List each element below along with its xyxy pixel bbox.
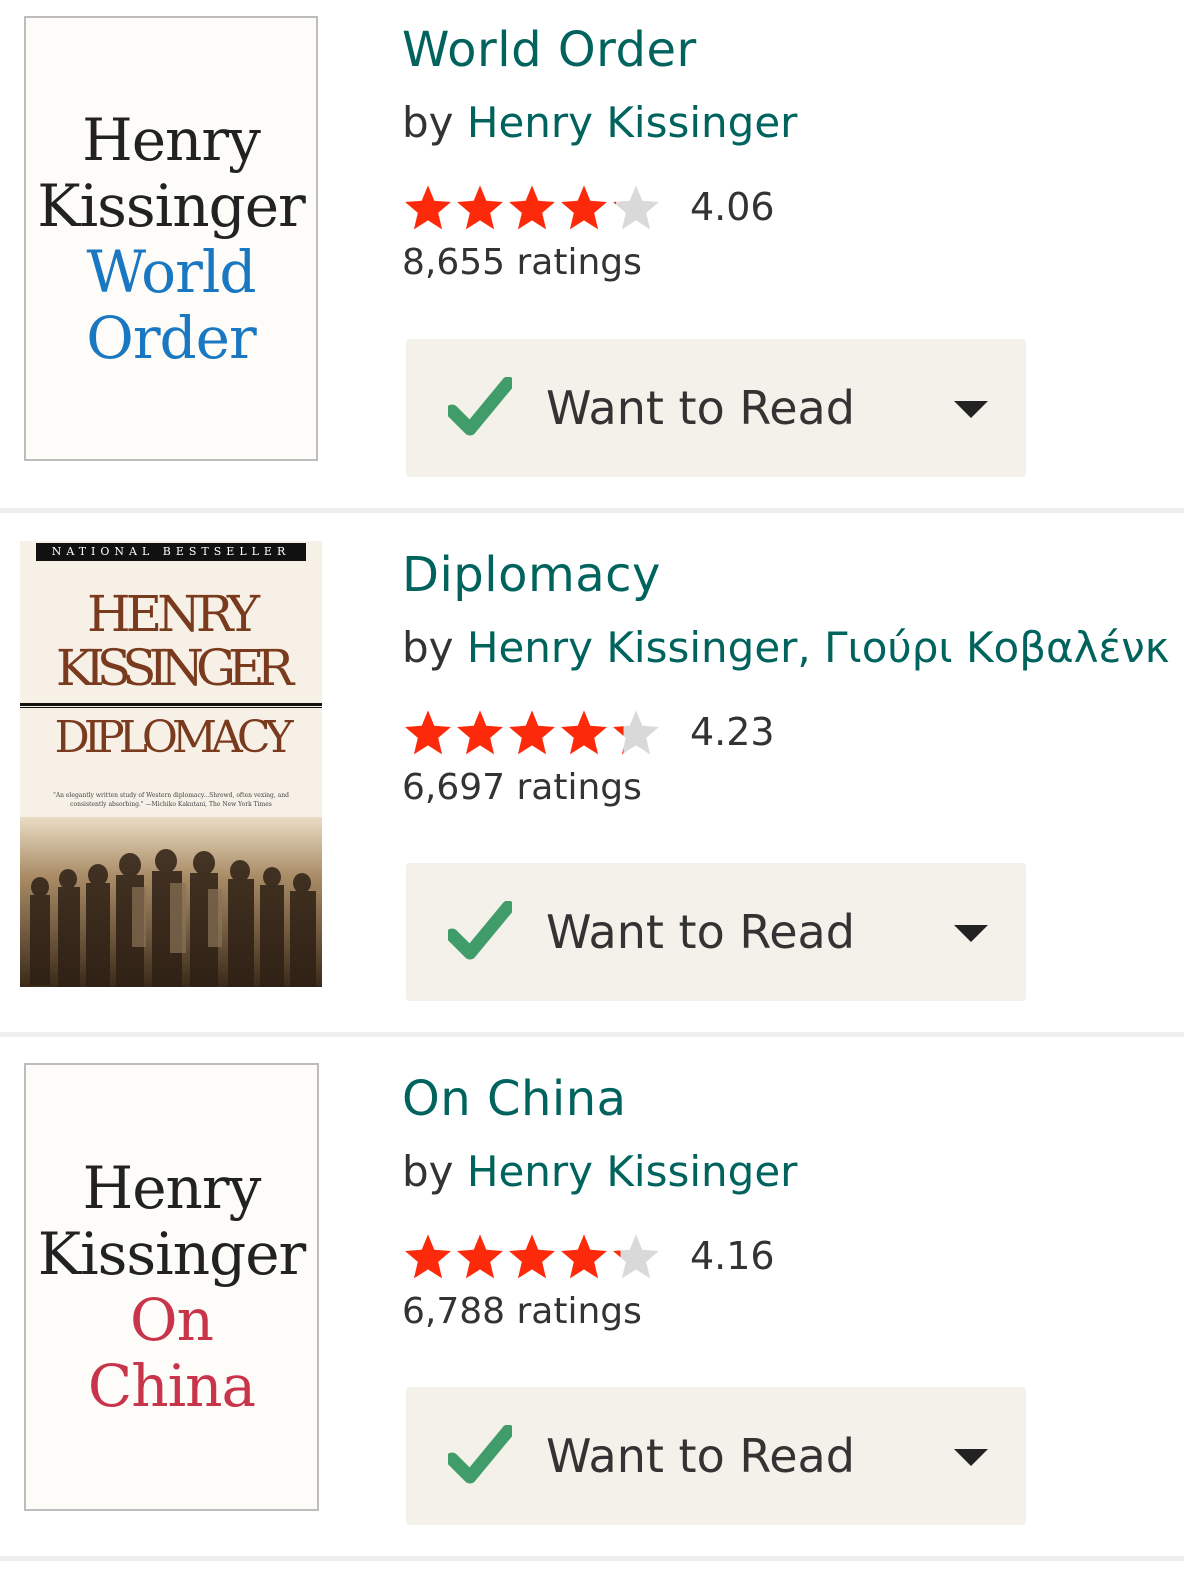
book-byline: by Henry Kissinger: [402, 98, 797, 147]
book-list: Henry Kissinger World Order World Order …: [0, 0, 1184, 1595]
divider: [0, 1556, 1184, 1561]
book-title-link[interactable]: Diplomacy: [402, 547, 661, 603]
cover-banner: NATIONAL BESTSELLER: [36, 543, 306, 561]
star-icon: [457, 710, 503, 755]
dropdown-caret-icon[interactable]: [954, 1449, 988, 1466]
star-icon: [405, 710, 451, 755]
book-title-link[interactable]: World Order: [402, 22, 697, 78]
rating-row: 4.06: [402, 182, 775, 232]
star-icon: [613, 1234, 659, 1279]
book-title-link[interactable]: On China: [402, 1071, 627, 1127]
star-icon: [561, 185, 607, 230]
average-rating: 4.06: [690, 185, 775, 229]
book-item-on-china: Henry Kissinger On China On China by Hen…: [0, 1037, 1184, 1561]
book-item-world-order: Henry Kissinger World Order World Order …: [0, 0, 1184, 513]
cover-title-line: On: [130, 1286, 214, 1354]
star-icon: [509, 185, 555, 230]
star-icon: [613, 710, 659, 755]
star-icon: [509, 1234, 555, 1279]
book-cover-diplomacy[interactable]: NATIONAL BESTSELLER HENRY KISSINGER DIPL…: [20, 541, 322, 987]
shelf-label: Want to Read: [546, 381, 855, 435]
cover-author-line: HENRY: [87, 585, 260, 643]
star-icon: [405, 185, 451, 230]
star-icon: [405, 1234, 451, 1279]
checkmark-icon: [448, 1425, 512, 1484]
cover-author-line: Kissinger: [37, 1220, 306, 1288]
cover-title-line: Order: [86, 303, 256, 372]
book-cover-on-china[interactable]: Henry Kissinger On China: [24, 1063, 319, 1511]
shelf-label: Want to Read: [546, 905, 855, 959]
star-icon: [457, 1234, 503, 1279]
cover-rule: [20, 703, 322, 708]
ratings-count: 6,788 ratings: [402, 1291, 642, 1332]
checkmark-icon: [448, 377, 512, 436]
by-label: by: [402, 623, 454, 672]
cover-author-line: KISSINGER: [55, 639, 294, 697]
cover-author-line: Henry: [82, 1154, 262, 1222]
by-label: by: [402, 1147, 454, 1196]
cover-author-line: Kissinger: [37, 171, 305, 240]
star-icon: [561, 710, 607, 755]
want-to-read-button[interactable]: Want to Read: [406, 1387, 1026, 1525]
cover-photo: [20, 817, 322, 987]
shelf-label: Want to Read: [546, 1429, 855, 1483]
want-to-read-button[interactable]: Want to Read: [406, 863, 1026, 1001]
ratings-count: 6,697 ratings: [402, 767, 642, 808]
star-icon: [613, 185, 659, 230]
star-icon: [509, 710, 555, 755]
book-byline: by Henry Kissinger: [402, 1147, 797, 1196]
author-link[interactable]: Henry Kissinger: [467, 98, 798, 147]
star-rating: [402, 182, 662, 232]
want-to-read-button[interactable]: Want to Read: [406, 339, 1026, 477]
rating-row: 4.23: [402, 707, 775, 757]
checkmark-icon: [448, 901, 512, 960]
book-cover-world-order[interactable]: Henry Kissinger World Order: [24, 16, 318, 461]
average-rating: 4.16: [690, 1234, 775, 1278]
cover-title-line: World: [86, 237, 257, 306]
star-icon: [457, 185, 503, 230]
rating-row: 4.16: [402, 1231, 775, 1281]
ratings-count: 8,655 ratings: [402, 242, 642, 283]
by-label: by: [402, 98, 454, 147]
dropdown-caret-icon[interactable]: [954, 925, 988, 942]
cover-title-line: DIPLOMACY: [54, 712, 293, 763]
star-icon: [561, 1234, 607, 1279]
star-rating: [402, 1231, 662, 1281]
cover-quote: "An elegantly written study of Western d…: [53, 792, 289, 808]
average-rating: 4.23: [690, 710, 775, 754]
star-rating: [402, 707, 662, 757]
cover-title-line: China: [87, 1352, 256, 1420]
dropdown-caret-icon[interactable]: [954, 401, 988, 418]
author-link[interactable]: Henry Kissinger, Γιούρι Κοβαλένκ: [467, 623, 1170, 672]
book-item-diplomacy: NATIONAL BESTSELLER HENRY KISSINGER DIPL…: [0, 513, 1184, 1037]
book-byline: by Henry Kissinger, Γιούρι Κοβαλένκ: [402, 623, 1169, 672]
author-link[interactable]: Henry Kissinger: [467, 1147, 798, 1196]
cover-author-line: Henry: [82, 105, 261, 174]
